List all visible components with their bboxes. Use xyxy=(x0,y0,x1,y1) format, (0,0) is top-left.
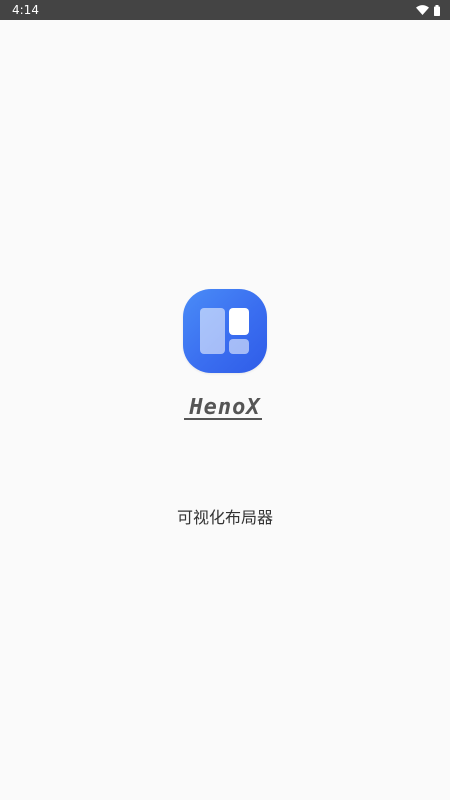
splash-brand: HenoX xyxy=(0,289,450,425)
app-logo-icon xyxy=(183,289,267,373)
status-time: 4:14 xyxy=(12,3,39,17)
logo-panel-left xyxy=(200,308,225,354)
wifi-icon xyxy=(416,5,429,15)
splash-screen: 4:14 HenoX 可视化布局器 xyxy=(0,0,450,800)
wordmark-underline xyxy=(184,418,262,420)
brand-wordmark: HenoX xyxy=(180,391,270,425)
logo-panel-bottom-right xyxy=(229,339,249,354)
logo-panel-top-right xyxy=(229,308,249,335)
app-tagline: 可视化布局器 xyxy=(176,508,273,527)
battery-icon xyxy=(434,4,440,16)
app-name: HenoX xyxy=(188,395,261,420)
status-icons xyxy=(416,4,440,16)
status-bar: 4:14 xyxy=(0,0,450,20)
